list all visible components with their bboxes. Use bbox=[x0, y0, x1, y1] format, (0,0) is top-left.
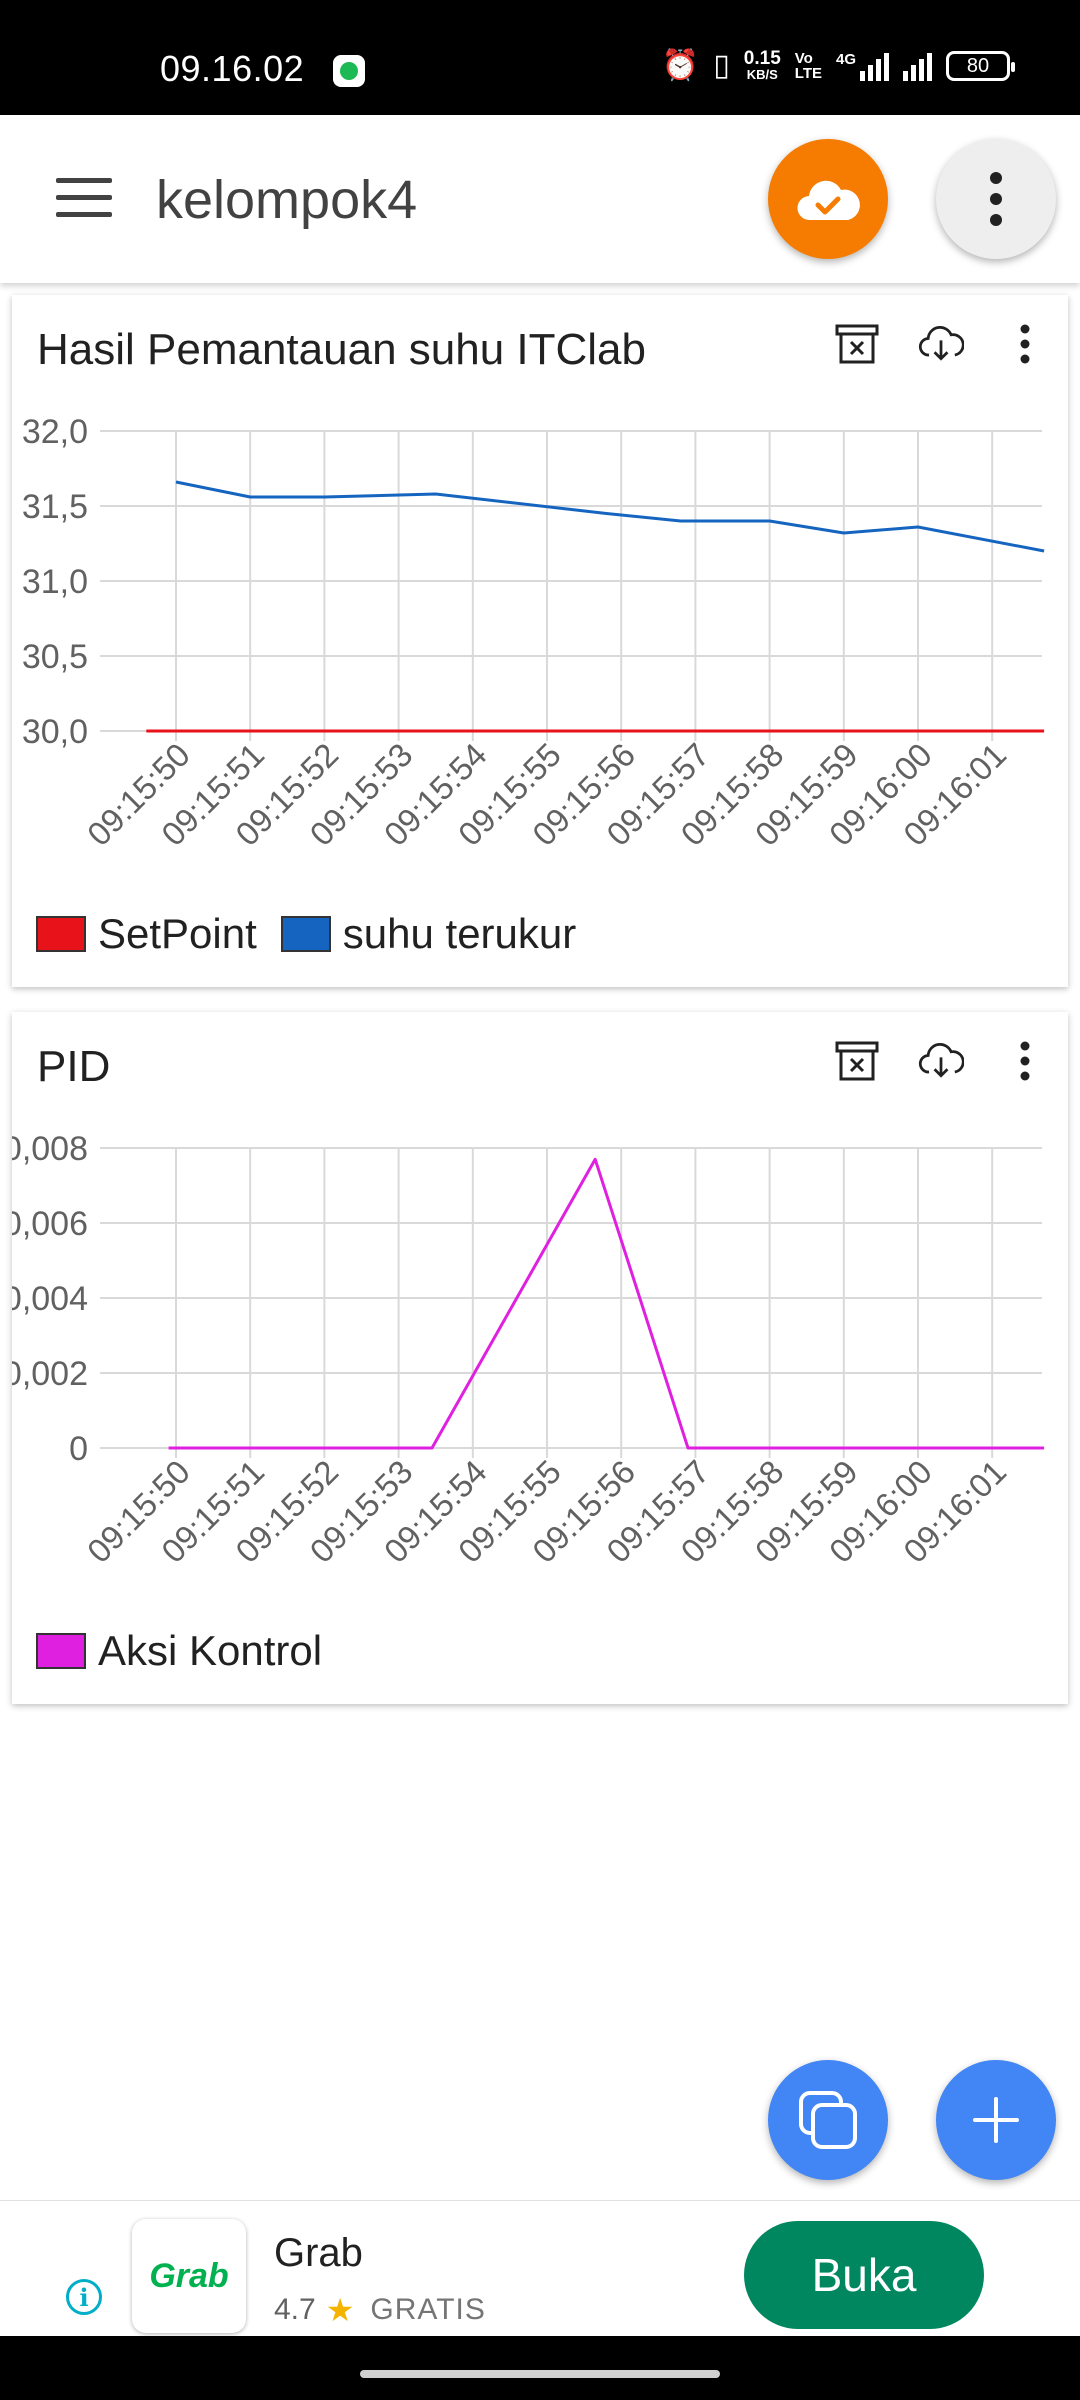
legend-swatch bbox=[36, 1633, 86, 1669]
menu-icon[interactable] bbox=[56, 178, 112, 218]
legend-label: Aksi Kontrol bbox=[98, 1627, 323, 1674]
ad-price: GRATIS bbox=[370, 2293, 486, 2326]
chart-legend: Aksi Kontrol bbox=[36, 1627, 322, 1675]
alarm-icon: ⏰ bbox=[661, 49, 700, 82]
y-tick-label: 31,0 bbox=[22, 563, 88, 601]
more-vert-icon bbox=[990, 172, 1002, 226]
series-line-aksi-kontrol bbox=[168, 1157, 1045, 1450]
y-tick-label: 30,5 bbox=[22, 638, 88, 676]
temperature-chart-card: Hasil Pemantauan suhu ITClab 32,0 31,5 31,… bbox=[12, 295, 1068, 987]
net-speed: 0.15 KB/S bbox=[743, 48, 781, 82]
notification-app-icon bbox=[333, 55, 365, 87]
battery-icon: 80 bbox=[946, 51, 1015, 81]
legend-label: SetPoint bbox=[98, 910, 257, 957]
volte-indicator: Vo LTE bbox=[794, 50, 822, 82]
plus-icon bbox=[973, 2097, 1019, 2143]
pid-line-chart: 0,0080,0060,0040,002009:15:5009:15:5109:… bbox=[12, 1130, 1045, 1570]
home-gesture-handle[interactable] bbox=[360, 2370, 720, 2378]
pid-chart-card: PID 0,008 0,006 0,004 0,002 0 09:15:50 09:15:5… bbox=[12, 1012, 1068, 1704]
y-tick-label: 0 bbox=[69, 1430, 88, 1468]
info-icon[interactable]: i bbox=[66, 2279, 102, 2315]
copy-button[interactable] bbox=[768, 2060, 888, 2180]
y-tick-label: 32,0 bbox=[22, 413, 88, 451]
legend-item-setpoint[interactable]: SetPoint bbox=[36, 910, 257, 958]
navigation-bar bbox=[0, 2336, 1080, 2400]
legend-swatch bbox=[280, 916, 331, 952]
vibrate-icon: ▯ bbox=[713, 49, 730, 82]
status-bar: 09.16.02 ⏰ ▯ 0.15 KB/S Vo LTE 4G 80 bbox=[0, 0, 1080, 115]
y-tick-label: 0,002 bbox=[12, 1355, 88, 1393]
signal-4g-icon: 4G bbox=[836, 51, 889, 81]
copy-icon bbox=[799, 2091, 857, 2149]
y-tick-label: 30,0 bbox=[22, 713, 88, 751]
legend-item-aksi-kontrol[interactable]: Aksi Kontrol bbox=[36, 1627, 322, 1675]
cloud-check-icon bbox=[797, 180, 860, 221]
chart-legend: SetPoint suhu terukur bbox=[36, 910, 576, 958]
status-time: 09.16.02 bbox=[160, 48, 305, 89]
legend-item-suhu-terukur[interactable]: suhu terukur bbox=[280, 910, 577, 958]
ad-app-logo[interactable]: Grab bbox=[132, 2219, 246, 2333]
ad-app-name: Grab bbox=[274, 2231, 363, 2275]
legend-swatch bbox=[36, 916, 86, 952]
signal-icon bbox=[903, 51, 932, 81]
status-icons: ⏰ ▯ 0.15 KB/S Vo LTE 4G 80 bbox=[661, 48, 1015, 82]
more-options-button[interactable] bbox=[936, 139, 1056, 259]
y-tick-label: 0,008 bbox=[12, 1130, 88, 1168]
page-title: kelompok4 bbox=[156, 170, 418, 230]
legend-label: suhu terukur bbox=[342, 910, 577, 957]
y-tick-label: 31,5 bbox=[22, 488, 88, 526]
ad-open-button[interactable]: Buka bbox=[744, 2221, 984, 2329]
add-button[interactable] bbox=[936, 2060, 1056, 2180]
y-tick-label: 0,004 bbox=[12, 1280, 88, 1318]
app-bar: kelompok4 bbox=[0, 115, 1080, 283]
series-line-suhu-terukur bbox=[175, 480, 1045, 553]
cloud-check-button[interactable] bbox=[768, 139, 888, 259]
star-icon: ★ bbox=[325, 2292, 355, 2328]
temperature-line-chart: 32,031,531,030,530,009:15:5009:15:5109:1… bbox=[22, 413, 1045, 853]
ad-rating: 4.7 ★ GRATIS bbox=[274, 2292, 486, 2328]
y-tick-label: 0,006 bbox=[12, 1205, 88, 1243]
